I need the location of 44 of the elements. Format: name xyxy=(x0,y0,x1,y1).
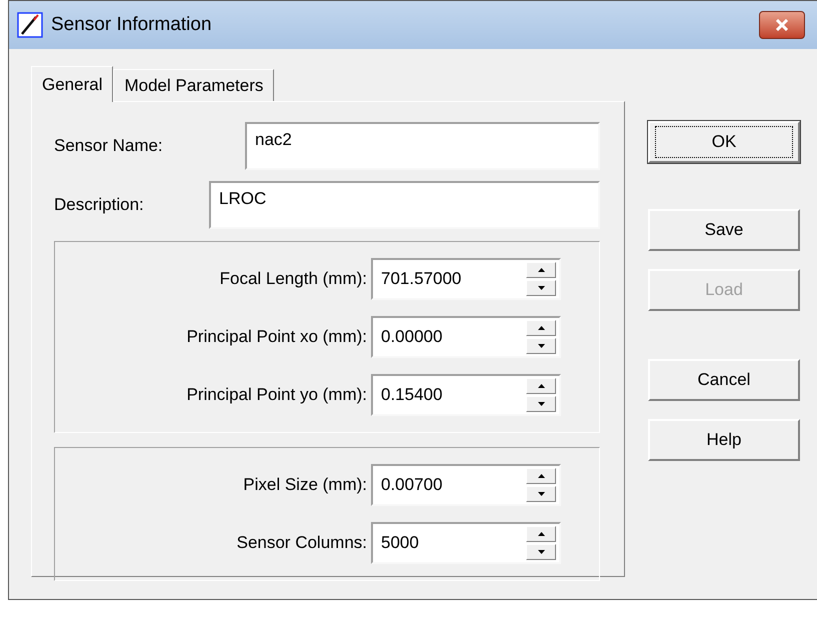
spin-up-button[interactable] xyxy=(526,262,556,278)
dialog-button[interactable]: Cancel xyxy=(648,359,800,401)
field-label: Sensor Columns: xyxy=(236,532,367,554)
up-arrow-icon xyxy=(538,384,544,388)
up-arrow-icon xyxy=(538,532,544,536)
dialog-button[interactable]: OK xyxy=(648,121,800,163)
spin-up-button[interactable] xyxy=(526,320,556,336)
text-field[interactable]: nac2 xyxy=(245,122,600,170)
spin-down-button[interactable] xyxy=(526,396,556,412)
spin-up-button[interactable] xyxy=(526,526,556,542)
spinner-field[interactable]: 0.15400 xyxy=(371,374,561,416)
field-label: Pixel Size (mm): xyxy=(243,474,367,496)
field-label: Principal Point yo (mm): xyxy=(186,384,367,406)
app-icon xyxy=(17,12,43,38)
down-arrow-icon xyxy=(538,550,544,554)
spin-down-button[interactable] xyxy=(526,338,556,354)
spinner-field[interactable]: 701.57000 xyxy=(371,258,561,300)
up-arrow-icon xyxy=(538,474,544,478)
spin-down-button[interactable] xyxy=(526,544,556,560)
spin-down-button[interactable] xyxy=(526,280,556,296)
close-button[interactable] xyxy=(759,11,805,39)
spin-down-button[interactable] xyxy=(526,486,556,502)
down-arrow-icon xyxy=(538,286,544,290)
spinner-field[interactable]: 0.00700 xyxy=(371,464,561,506)
field-label: Sensor Name: xyxy=(54,135,164,158)
tab[interactable]: General xyxy=(31,66,114,102)
spin-up-button[interactable] xyxy=(526,468,556,484)
field-label: Focal Length (mm): xyxy=(220,268,367,290)
dialog-button[interactable]: Save xyxy=(648,209,800,251)
field-label: Description: xyxy=(54,194,145,216)
down-arrow-icon xyxy=(538,402,544,406)
spin-up-button[interactable] xyxy=(526,378,556,394)
window-title: Sensor Information xyxy=(51,12,212,37)
spinner-field[interactable]: 0.00000 xyxy=(371,316,561,358)
text-field[interactable]: LROC xyxy=(209,181,600,229)
close-icon xyxy=(775,19,789,31)
dialog-button[interactable]: Help xyxy=(648,419,800,461)
up-arrow-icon xyxy=(538,326,544,330)
up-arrow-icon xyxy=(538,268,544,272)
spinner-field[interactable]: 5000 xyxy=(371,522,561,564)
down-arrow-icon xyxy=(538,492,544,496)
down-arrow-icon xyxy=(538,344,544,348)
tab[interactable]: Model Parameters xyxy=(113,69,274,101)
field-label: Principal Point xo (mm): xyxy=(186,326,367,348)
